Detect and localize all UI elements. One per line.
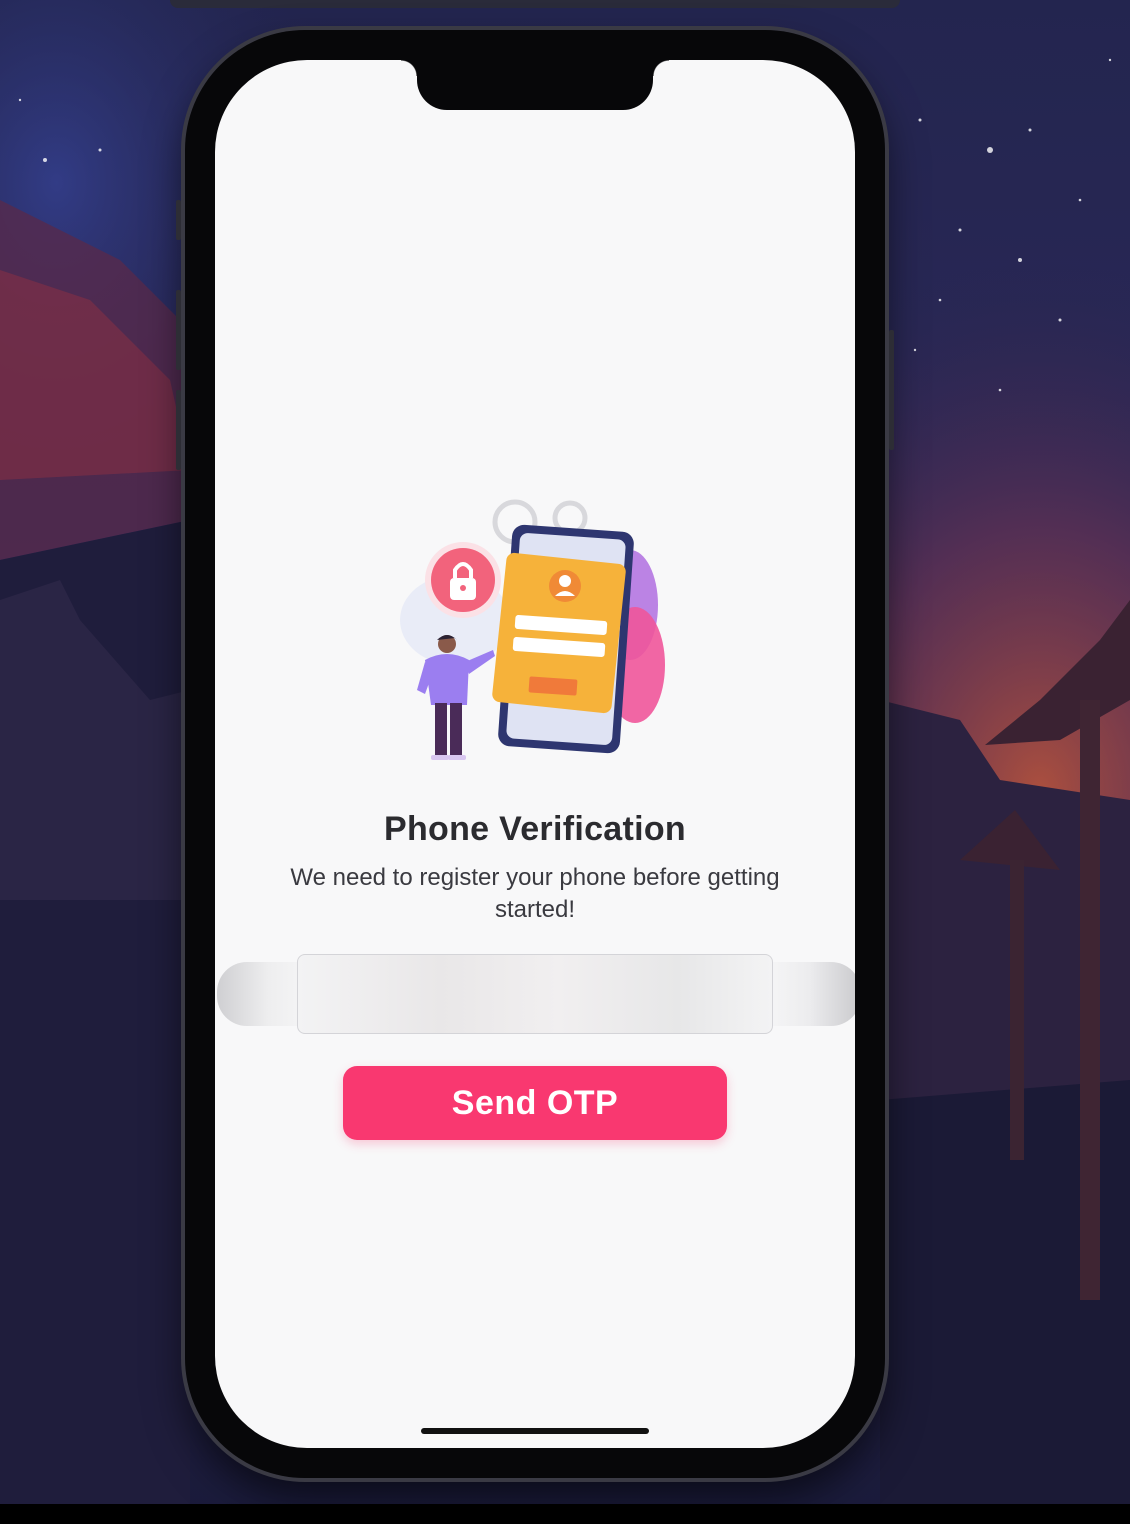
user-avatar-icon — [549, 570, 581, 602]
phone-device-frame: Phone Verification We need to register y… — [176, 30, 894, 1478]
send-otp-button[interactable]: Send OTP — [343, 1066, 727, 1140]
home-indicator[interactable] — [421, 1428, 649, 1434]
page-title: Phone Verification — [383, 810, 687, 848]
app-screen: Phone Verification We need to register y… — [215, 60, 855, 1448]
phone-power-button — [889, 330, 894, 450]
phone-volume-down-button — [176, 390, 181, 470]
page-subtitle: We need to register your phone before ge… — [290, 864, 780, 923]
phone-number-input[interactable] — [297, 954, 773, 1034]
lock-icon — [425, 542, 501, 618]
desktop-stage: Phone Verification We need to register y… — [0, 0, 1130, 1524]
phone-volume-up-button — [176, 290, 181, 370]
bottom-bar — [0, 1504, 1130, 1524]
phone-side-button — [176, 200, 181, 240]
phone-notch — [401, 60, 669, 110]
phone-verification-illustration — [400, 499, 665, 760]
window-top-bar — [170, 0, 900, 8]
